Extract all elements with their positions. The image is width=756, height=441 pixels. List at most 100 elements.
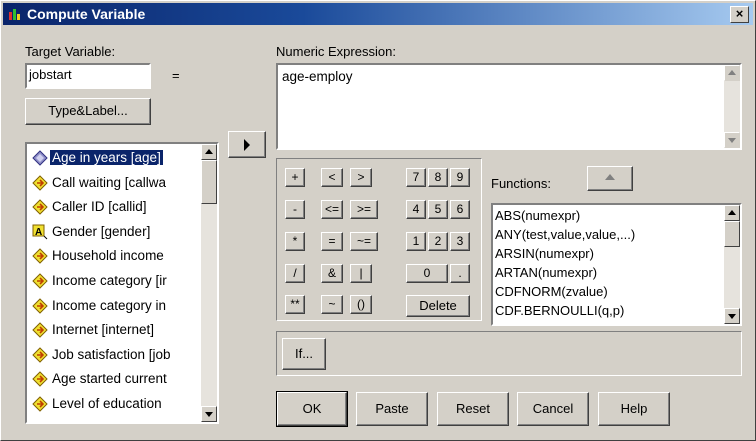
key-decimal[interactable]: . — [450, 264, 470, 283]
chevron-up-icon — [728, 70, 736, 75]
window-title: Compute Variable — [27, 6, 146, 22]
variable-label: Age in years [age] — [50, 150, 163, 165]
key-1[interactable]: 1 — [406, 232, 426, 251]
variable-list-item[interactable]: Internet [internet] — [30, 319, 216, 342]
key-or[interactable]: | — [350, 264, 372, 283]
close-button[interactable]: × — [730, 6, 749, 23]
variable-list-item[interactable]: Job satisfaction [job — [30, 344, 216, 367]
variable-label: Internet [internet] — [52, 322, 155, 338]
key-divide[interactable]: / — [285, 264, 305, 283]
key-3[interactable]: 3 — [450, 232, 470, 251]
ordinal-variable-icon — [32, 199, 48, 215]
chevron-up-icon — [605, 174, 615, 180]
help-button[interactable]: Help — [598, 392, 670, 426]
ordinal-variable-icon — [32, 396, 48, 412]
numeric-expression-textarea[interactable]: age-employ — [276, 63, 742, 150]
key-0[interactable]: 0 — [406, 264, 448, 283]
function-list-item[interactable]: ANY(test,value,value,...) — [495, 227, 635, 243]
chevron-down-icon — [728, 314, 736, 319]
function-list-item[interactable]: ARTAN(numexpr) — [495, 265, 597, 281]
variable-list-item[interactable]: Level of education — [30, 393, 216, 416]
chevron-down-icon — [728, 138, 736, 143]
variable-list-scrollbar[interactable] — [201, 144, 217, 422]
variable-list-item[interactable]: Household income — [30, 245, 216, 268]
function-list-item[interactable]: ABS(numexpr) — [495, 208, 580, 224]
key-not-equal[interactable]: ~= — [350, 232, 378, 251]
key-plus[interactable]: + — [285, 168, 305, 187]
if-button[interactable]: If... — [282, 338, 326, 370]
ordinal-variable-icon — [32, 174, 48, 191]
key-8[interactable]: 8 — [428, 168, 448, 187]
expression-scroll-up[interactable] — [724, 65, 740, 81]
variable-label: Level of education — [52, 396, 162, 411]
expression-scroll-down[interactable] — [724, 132, 740, 148]
type-label-button-label: Type&Label... — [48, 103, 128, 118]
function-list-item[interactable]: CDFNORM(zvalue) — [495, 284, 608, 300]
functions-scroll-thumb[interactable] — [724, 221, 740, 247]
key-5[interactable]: 5 — [428, 200, 448, 219]
key-minus[interactable]: - — [285, 200, 305, 219]
key-equals[interactable]: = — [321, 232, 343, 251]
type-label-button[interactable]: Type&Label... — [25, 98, 151, 125]
functions-scroll-down[interactable] — [724, 308, 740, 324]
function-list-item[interactable]: ARSIN(numexpr) — [495, 246, 594, 262]
key-6[interactable]: 6 — [450, 200, 470, 219]
arrow-right-icon — [244, 139, 250, 151]
variable-scroll-thumb[interactable] — [201, 160, 217, 204]
functions-label: Functions: — [491, 176, 551, 191]
key-greater-equal[interactable]: >= — [350, 200, 378, 219]
variable-scroll-down[interactable] — [201, 406, 217, 422]
variable-label: Income category [ir — [52, 273, 167, 288]
variable-list-item[interactable]: Call waiting [callwa — [30, 172, 216, 195]
paste-button-label: Paste — [375, 401, 409, 416]
functions-scroll-up[interactable] — [724, 205, 740, 221]
title-bar[interactable]: Compute Variable × — [3, 3, 753, 25]
key-not[interactable]: ~ — [321, 295, 343, 314]
key-less-than[interactable]: < — [321, 168, 343, 187]
variable-list-item[interactable]: Caller ID [callid] — [30, 196, 216, 219]
if-button-label: If... — [294, 346, 314, 361]
key-9[interactable]: 9 — [450, 168, 470, 187]
variable-label: Age started current — [52, 371, 167, 387]
variable-list-item[interactable]: A Gender [gender] — [30, 221, 216, 244]
key-less-equal[interactable]: <= — [321, 200, 343, 219]
variable-list-item[interactable]: Income category [ir — [30, 270, 216, 293]
variable-list-item[interactable]: Age started current — [30, 368, 216, 391]
key-delete[interactable]: Delete — [406, 295, 470, 317]
expression-scrollbar[interactable] — [724, 65, 740, 148]
variable-list-item[interactable]: Income category in — [30, 295, 216, 318]
key-power[interactable]: ** — [285, 295, 305, 314]
functions-list[interactable]: ABS(numexpr) ANY(test,value,value,...) ARS… — [491, 203, 742, 326]
key-parentheses[interactable]: () — [350, 295, 372, 314]
paste-function-button[interactable] — [587, 166, 633, 191]
nominal-string-variable-icon: A — [32, 224, 48, 240]
target-variable-label: Target Variable: — [25, 44, 116, 59]
equals-sign: = — [172, 68, 180, 83]
ordinal-variable-icon — [32, 273, 48, 289]
key-4[interactable]: 4 — [406, 200, 426, 219]
reset-button[interactable]: Reset — [437, 392, 509, 426]
reset-button-label: Reset — [456, 401, 490, 416]
key-and[interactable]: & — [321, 264, 343, 283]
svg-text:A: A — [35, 227, 42, 238]
key-7[interactable]: 7 — [406, 168, 426, 187]
key-greater-than[interactable]: > — [350, 168, 372, 187]
variable-scroll-up[interactable] — [201, 144, 217, 160]
variable-list[interactable]: Age in years [age] Call waiting [callwa Ca… — [25, 142, 219, 424]
cancel-button[interactable]: Cancel — [517, 392, 589, 426]
variable-label: Caller ID [callid] — [52, 199, 147, 215]
cancel-button-label: Cancel — [532, 401, 574, 416]
move-to-expression-button[interactable] — [228, 131, 266, 158]
ok-button-label: OK — [302, 401, 322, 416]
target-variable-input[interactable]: jobstart — [25, 63, 151, 89]
function-list-item[interactable]: CDF.BERNOULLI(q,p) — [495, 303, 624, 319]
paste-button[interactable]: Paste — [356, 392, 428, 426]
variable-label: Income category in — [52, 297, 167, 313]
variable-list-item[interactable]: Age in years [age] — [30, 147, 216, 170]
functions-scrollbar[interactable] — [724, 205, 740, 324]
key-multiply[interactable]: * — [285, 232, 305, 251]
ordinal-variable-icon — [32, 371, 48, 388]
key-2[interactable]: 2 — [428, 232, 448, 251]
ordinal-variable-icon — [32, 347, 48, 363]
ok-button[interactable]: OK — [276, 391, 348, 427]
